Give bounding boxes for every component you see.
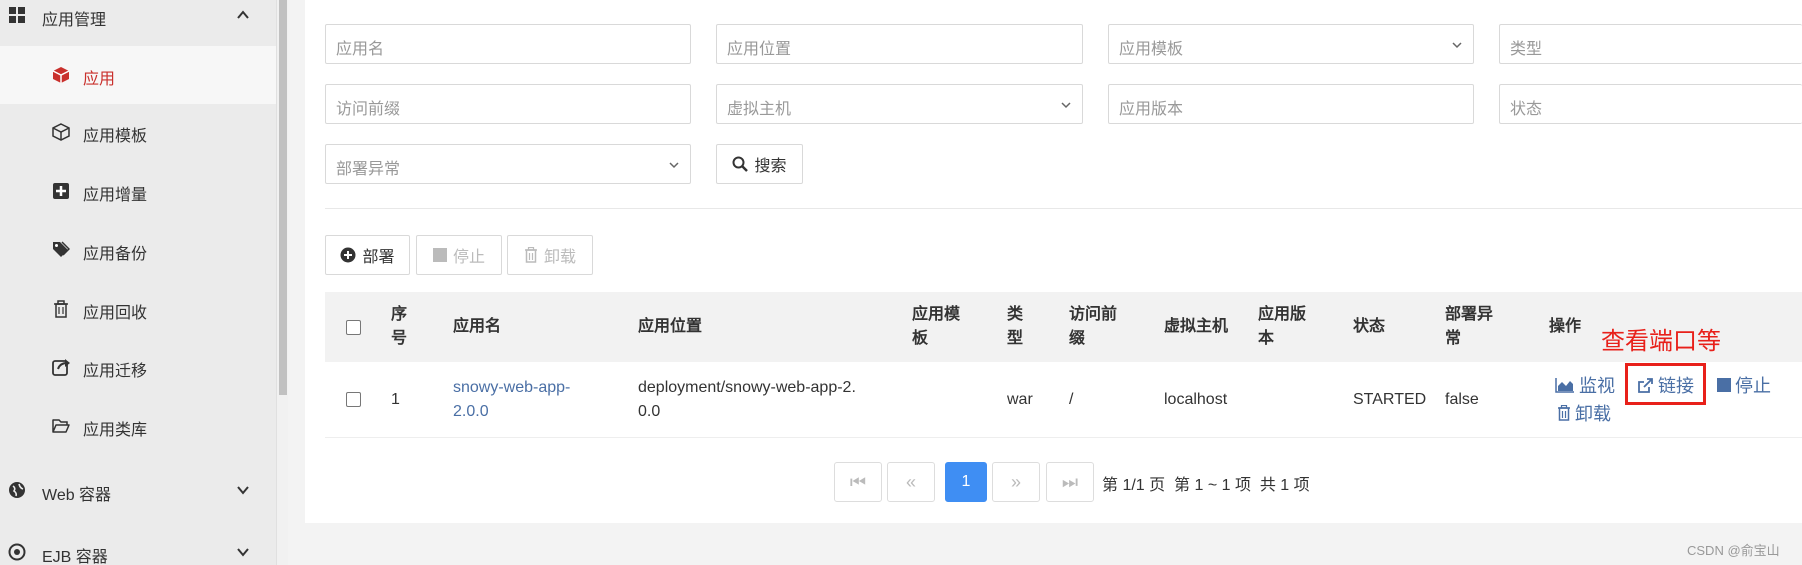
sidebar-item-label: 应用迁移 xyxy=(83,363,148,380)
app-name-input[interactable]: 应用名 xyxy=(325,24,691,64)
deploy-button[interactable]: 部署 xyxy=(325,235,410,275)
app-location-input[interactable]: 应用位置 xyxy=(716,24,1083,64)
cell-vhost: localhost xyxy=(1164,391,1228,408)
monitor-action[interactable]: 监视 xyxy=(1555,372,1615,398)
sidebar: 应用管理 应用 应用模板 应用增量 应用备份 应用回收 应用迁移 应用类库 We… xyxy=(0,0,276,565)
sidebar-item-label: 应用 xyxy=(83,71,116,88)
col-type[interactable]: 类型 xyxy=(1007,303,1029,351)
col-app-name[interactable]: 应用名 xyxy=(453,315,501,339)
target-icon xyxy=(8,543,26,561)
app-version-input[interactable]: 应用版本 xyxy=(1108,84,1474,124)
cell-index: 1 xyxy=(391,391,400,408)
plus-circle-icon xyxy=(340,247,356,263)
table-row: 1 snowy-web-app-2.0.0 deployment/snowy-w… xyxy=(325,362,1802,438)
select-all-checkbox[interactable] xyxy=(346,320,361,335)
unload-action[interactable]: 卸载 xyxy=(1557,400,1611,426)
table-header: 序号 应用名 应用位置 应用模板 类型 访问前缀 虚拟主机 应用版本 状态 部署… xyxy=(325,292,1802,362)
sidebar-item-label: 应用模板 xyxy=(83,128,148,145)
cube-icon xyxy=(52,67,70,83)
annotation-highlight-box xyxy=(1625,363,1706,405)
col-prefix[interactable]: 访问前缀 xyxy=(1069,303,1124,351)
sidebar-item-app-increment[interactable]: 应用增量 xyxy=(0,162,276,220)
sidebar-group-web-container[interactable]: Web 容器 xyxy=(0,468,276,512)
sidebar-item-app-migrate[interactable]: 应用迁移 xyxy=(0,338,276,396)
pagination-info: 第 1/1 页 第 1 ~ 1 项 共 1 项 xyxy=(1102,477,1310,494)
col-vhost[interactable]: 虚拟主机 xyxy=(1164,315,1228,339)
col-ops: 操作 xyxy=(1549,318,1582,335)
area-chart-icon xyxy=(1555,378,1574,393)
cell-location: deployment/snowy-web-app-2.0.0 xyxy=(638,379,856,420)
sidebar-group-label: Web 容器 xyxy=(42,487,112,504)
row-checkbox[interactable] xyxy=(346,392,361,407)
stop-icon xyxy=(432,248,447,262)
search-button[interactable]: 搜索 xyxy=(716,144,803,184)
status-input[interactable]: 状态 xyxy=(1499,84,1802,124)
trash-icon xyxy=(524,247,537,263)
plus-square-icon xyxy=(53,183,69,199)
cell-app-name-link[interactable]: snowy-web-app-2.0.0 xyxy=(453,376,583,424)
last-page-button[interactable]: ⏭ xyxy=(1046,462,1094,502)
page-1-button[interactable]: 1 xyxy=(945,462,987,502)
chevron-down-icon xyxy=(669,162,679,169)
chevron-down-icon xyxy=(237,548,249,557)
trash-icon xyxy=(54,300,68,318)
unload-button[interactable]: 卸载 xyxy=(507,235,593,275)
cube-outline-icon xyxy=(52,123,70,141)
col-deploy-error[interactable]: 部署异常 xyxy=(1445,303,1500,351)
access-prefix-input[interactable]: 访问前缀 xyxy=(325,84,691,124)
watermark: CSDN @俞宝山 xyxy=(1687,543,1780,558)
share-square-icon xyxy=(52,359,70,376)
sidebar-item-app-template[interactable]: 应用模板 xyxy=(0,103,276,161)
stop-button[interactable]: 停止 xyxy=(416,235,502,275)
cell-prefix: / xyxy=(1069,391,1074,408)
sidebar-item-label: 应用回收 xyxy=(83,305,148,322)
sidebar-group-ejb-container[interactable]: EJB 容器 xyxy=(0,530,276,565)
sidebar-item-app-recycle[interactable]: 应用回收 xyxy=(0,280,276,338)
app-template-select[interactable]: 应用模板 xyxy=(1108,24,1474,64)
main-panel: 应用名 应用位置 应用模板 类型 访问前缀 虚拟主机 应用版本 状态 部署异常 … xyxy=(305,0,1802,523)
divider xyxy=(325,208,1802,209)
search-icon xyxy=(732,156,749,172)
prev-page-button[interactable]: « xyxy=(887,462,935,502)
col-index[interactable]: 序号 xyxy=(391,303,413,351)
sidebar-item-label: 应用类库 xyxy=(83,422,148,439)
cell-type: war xyxy=(1007,391,1033,408)
scrollbar-thumb[interactable] xyxy=(279,0,287,395)
chevron-down-icon xyxy=(237,486,249,495)
col-status[interactable]: 状态 xyxy=(1353,315,1385,339)
sidebar-group-app-management[interactable]: 应用管理 xyxy=(0,0,276,37)
globe-icon xyxy=(9,482,25,498)
sidebar-item-app[interactable]: 应用 xyxy=(0,46,276,104)
folder-open-icon xyxy=(52,419,70,433)
sidebar-group-label: EJB 容器 xyxy=(42,549,108,565)
chevron-down-icon xyxy=(1061,102,1071,109)
col-location[interactable]: 应用位置 xyxy=(638,315,702,339)
sidebar-item-label: 应用备份 xyxy=(83,246,148,263)
sidebar-item-app-backup[interactable]: 应用备份 xyxy=(0,221,276,279)
trash-icon xyxy=(1558,405,1570,421)
col-template[interactable]: 应用模板 xyxy=(912,303,967,351)
type-input[interactable]: 类型 xyxy=(1499,24,1802,64)
annotation-text: 查看端口等 xyxy=(1601,328,1721,355)
chevron-up-icon xyxy=(237,10,249,19)
sidebar-scrollbar[interactable] xyxy=(276,0,288,565)
sidebar-group-label: 应用管理 xyxy=(42,12,107,29)
first-page-button[interactable]: ⏮ xyxy=(834,462,882,502)
col-version[interactable]: 应用版本 xyxy=(1258,303,1313,351)
grid-icon xyxy=(9,7,25,23)
virtual-host-select[interactable]: 虚拟主机 xyxy=(716,84,1083,124)
stop-action[interactable]: 停止 xyxy=(1717,372,1771,398)
deploy-error-select[interactable]: 部署异常 xyxy=(325,144,691,184)
sidebar-item-app-library[interactable]: 应用类库 xyxy=(0,397,276,455)
tags-icon xyxy=(53,241,70,257)
chevron-down-icon xyxy=(1452,42,1462,49)
cell-status: STARTED xyxy=(1353,391,1427,408)
cell-deploy-error: false xyxy=(1445,391,1479,408)
next-page-button[interactable]: » xyxy=(992,462,1040,502)
sidebar-item-label: 应用增量 xyxy=(83,187,148,204)
stop-icon xyxy=(1717,378,1731,392)
